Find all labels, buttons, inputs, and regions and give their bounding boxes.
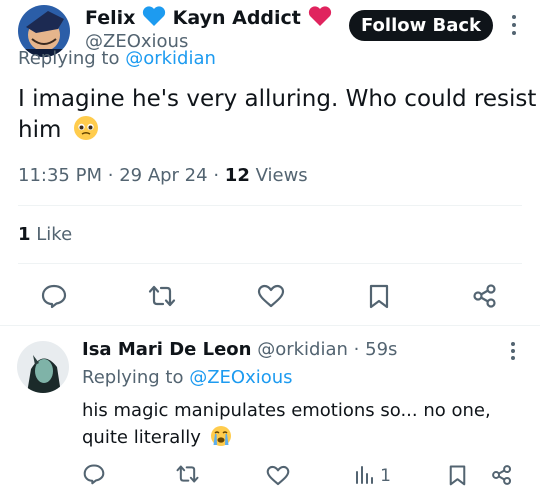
views-label: Views bbox=[255, 165, 308, 186]
reply-text: his magic manipulates emotions so... no … bbox=[82, 397, 491, 451]
like-heart-icon[interactable] bbox=[266, 465, 290, 486]
divider bbox=[18, 205, 522, 206]
tweet-time[interactable]: 11:35 PM bbox=[18, 165, 102, 186]
author-name-second[interactable]: Kayn Addict bbox=[173, 7, 301, 29]
author-name[interactable]: Felix Kayn Addict bbox=[85, 5, 332, 31]
retweet-icon[interactable] bbox=[147, 283, 177, 309]
reply-text-line: his magic manipulates emotions so... no … bbox=[82, 400, 491, 421]
reply-time[interactable]: 59s bbox=[365, 339, 397, 360]
meta-separator: · bbox=[107, 165, 114, 186]
reply-icon[interactable] bbox=[41, 283, 67, 309]
replying-prefix: Replying to bbox=[82, 367, 184, 388]
tweet-meta: 11:35 PM · 29 Apr 24 · 12 Views bbox=[18, 164, 308, 188]
divider bbox=[18, 263, 522, 264]
tweet-text: I imagine he's very alluring. Who could … bbox=[18, 84, 536, 146]
tweet-text-end: him bbox=[18, 117, 62, 143]
reply-avatar[interactable] bbox=[17, 341, 69, 393]
reply-text-line: quite literally bbox=[82, 424, 491, 451]
reply-replying-to: Replying to @ZEOxious bbox=[82, 366, 293, 390]
blue-heart-icon bbox=[142, 5, 166, 27]
retweet-icon[interactable] bbox=[175, 463, 200, 485]
likes-count: 1 bbox=[18, 224, 31, 245]
bookmark-icon[interactable] bbox=[368, 283, 390, 309]
analytics-icon bbox=[355, 464, 375, 484]
replying-prefix: Replying to bbox=[18, 48, 120, 69]
red-heart-icon bbox=[308, 5, 332, 27]
likes-label: Like bbox=[36, 224, 73, 245]
views-stat[interactable]: 1 bbox=[355, 464, 391, 486]
divider bbox=[0, 325, 540, 326]
replying-to-link[interactable]: @orkidian bbox=[125, 48, 216, 69]
reply-more-options-icon[interactable] bbox=[508, 341, 518, 361]
share-icon[interactable] bbox=[491, 464, 513, 486]
replying-to: Replying to @orkidian bbox=[18, 48, 216, 70]
share-icon[interactable] bbox=[472, 283, 498, 309]
more-options-icon[interactable] bbox=[509, 14, 519, 36]
reply-author-name[interactable]: Isa Mari De Leon bbox=[82, 339, 251, 360]
reply-text-end: quite literally bbox=[82, 427, 201, 448]
tweet-text-line: him bbox=[18, 115, 536, 146]
reply-views-count: 1 bbox=[380, 466, 391, 486]
tweet-text-line: I imagine he's very alluring. Who could … bbox=[18, 86, 537, 112]
views-count: 12 bbox=[224, 165, 250, 186]
likes-stat[interactable]: 1 Like bbox=[18, 223, 72, 247]
reply-author-handle[interactable]: @orkidian bbox=[257, 339, 348, 360]
crying-face-emoji-icon bbox=[210, 425, 232, 447]
follow-back-button[interactable]: Follow Back bbox=[349, 10, 493, 41]
reply-icon[interactable] bbox=[83, 463, 105, 485]
like-heart-icon[interactable] bbox=[257, 284, 285, 308]
replying-to-link[interactable]: @ZEOxious bbox=[189, 367, 292, 388]
tweet-date[interactable]: 29 Apr 24 bbox=[119, 165, 207, 186]
meta-separator: · bbox=[353, 339, 360, 360]
bookmark-icon[interactable] bbox=[448, 464, 467, 486]
author-name-first[interactable]: Felix bbox=[85, 7, 135, 29]
meta-separator: · bbox=[213, 165, 220, 186]
reply-header: Isa Mari De Leon @orkidian · 59s bbox=[82, 338, 397, 362]
pleading-face-emoji-icon bbox=[73, 115, 99, 141]
